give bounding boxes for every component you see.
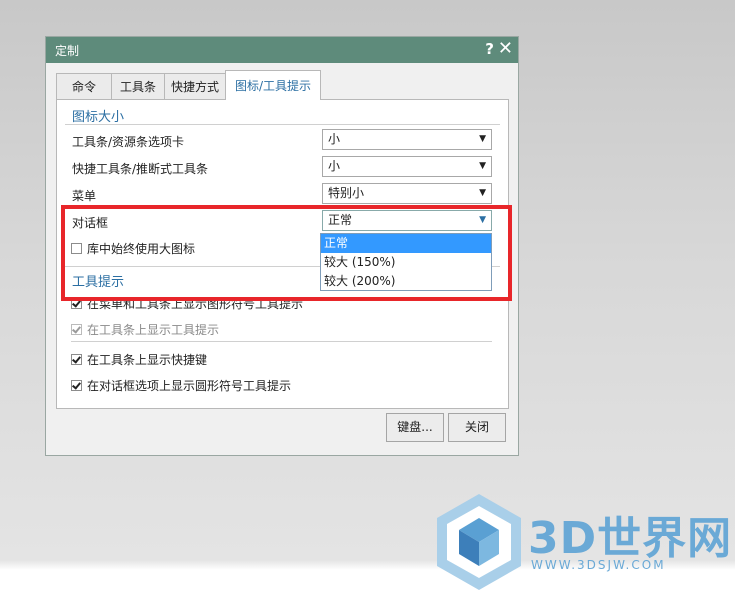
help-icon[interactable]: ?: [485, 40, 494, 58]
select-value: 小: [328, 159, 341, 173]
dialog-title: 定制: [55, 44, 80, 58]
select-value: 小: [328, 132, 341, 146]
dialog-size-label: 对话框: [72, 216, 109, 230]
toolbar-tooltip-checkbox[interactable]: [71, 324, 82, 335]
keyboard-button[interactable]: 键盘...: [386, 413, 444, 442]
dropdown-option[interactable]: 较大 (200%): [321, 272, 491, 291]
tooltip-option-row[interactable]: 在工具条上显示工具提示: [71, 321, 219, 338]
tooltip-option-row[interactable]: 在菜单和工具条上显示图形符号工具提示: [71, 295, 303, 312]
select-value: 正常: [328, 213, 353, 227]
icon-size-heading: 图标大小: [72, 110, 125, 125]
chevron-down-icon: ▼: [479, 215, 486, 225]
checkbox-label: 库中始终使用大图标: [87, 242, 196, 256]
watermark-text: 3D世界网: [528, 513, 733, 564]
tab-shortcuts[interactable]: 快捷方式: [164, 73, 226, 99]
dialog-option-symbol-tooltip-checkbox[interactable]: [71, 380, 82, 391]
select-value: 特别小: [328, 186, 365, 200]
cube-logo-icon: [437, 494, 521, 590]
library-large-icons-row[interactable]: 库中始终使用大图标: [71, 240, 195, 257]
library-large-icons-checkbox[interactable]: [71, 243, 82, 254]
tab-icons-tooltips[interactable]: 图标/工具提示: [225, 70, 321, 100]
checkbox-label: 在工具条上显示工具提示: [87, 323, 220, 337]
menu-size-label: 菜单: [72, 189, 97, 203]
chevron-down-icon: ▼: [479, 188, 486, 198]
watermark-logo: 3D世界网 WWW.3DSJW.COM: [433, 492, 733, 592]
checkbox-label: 在工具条上显示快捷键: [87, 353, 208, 367]
dropdown-option[interactable]: 较大 (150%): [321, 253, 491, 272]
dialog-size-dropdown-list: 正常 较大 (150%) 较大 (200%): [320, 233, 492, 291]
tab-toolbars[interactable]: 工具条: [111, 73, 165, 99]
tab-commands[interactable]: 命令: [56, 73, 112, 99]
dialog-titlebar[interactable]: 定制 ? ✕: [46, 37, 518, 63]
toolbar-tab-size-select[interactable]: 小 ▼: [322, 129, 492, 150]
tooltips-heading: 工具提示: [72, 275, 125, 290]
close-icon[interactable]: ✕: [498, 38, 513, 59]
quick-toolbar-size-label: 快捷工具条/推断式工具条: [72, 162, 209, 176]
quick-toolbar-size-select[interactable]: 小 ▼: [322, 156, 492, 177]
tooltip-option-row[interactable]: 在对话框选项上显示圆形符号工具提示: [71, 377, 291, 394]
divider: [71, 341, 492, 342]
toolbar-tab-size-label: 工具条/资源条选项卡: [72, 135, 185, 149]
dialog-size-select[interactable]: 正常 ▼: [322, 210, 492, 231]
menu-size-select[interactable]: 特别小 ▼: [322, 183, 492, 204]
watermark-url: WWW.3DSJW.COM: [531, 558, 666, 572]
close-button[interactable]: 关闭: [448, 413, 506, 442]
chevron-down-icon: ▼: [479, 161, 486, 171]
toolbar-shortcut-checkbox[interactable]: [71, 354, 82, 365]
checkbox-label: 在对话框选项上显示圆形符号工具提示: [87, 379, 292, 393]
menu-toolbar-symbol-tooltip-checkbox[interactable]: [71, 298, 82, 309]
checkbox-label: 在菜单和工具条上显示图形符号工具提示: [87, 297, 304, 311]
divider: [65, 124, 500, 125]
chevron-down-icon: ▼: [479, 134, 486, 144]
dropdown-option[interactable]: 正常: [321, 234, 491, 253]
tooltip-option-row[interactable]: 在工具条上显示快捷键: [71, 351, 207, 368]
